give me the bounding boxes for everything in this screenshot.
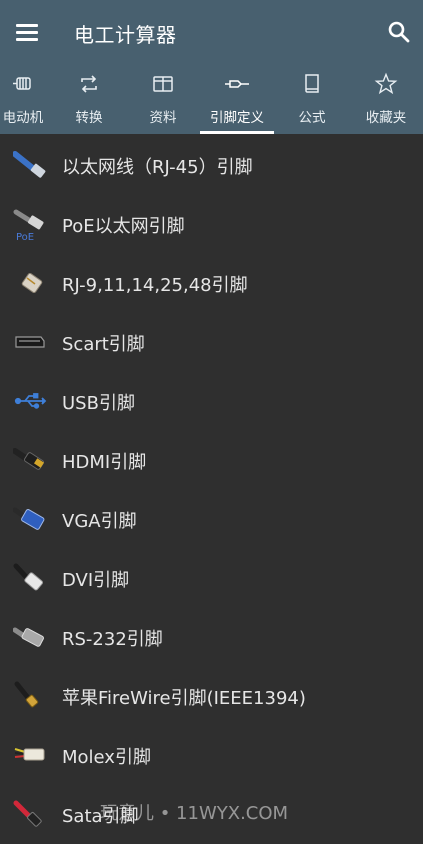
- ethernet-cable-icon: [12, 150, 47, 180]
- list-item-poe[interactable]: PoE PoE以太网引脚: [0, 195, 423, 254]
- firewire-icon: [13, 681, 47, 711]
- list-item-usb[interactable]: USB引脚: [0, 372, 423, 431]
- rs232-icon: [12, 622, 47, 652]
- list-item-dvi[interactable]: DVI引脚: [0, 549, 423, 608]
- list-item-rs232[interactable]: RS-232引脚: [0, 608, 423, 667]
- tab-label: 电动机: [2, 110, 44, 126]
- list-item-molex[interactable]: Molex引脚: [0, 726, 423, 785]
- tab-label: 资料: [149, 110, 177, 126]
- list-item-scart[interactable]: Scart引脚: [0, 313, 423, 372]
- vga-icon: [12, 504, 47, 534]
- star-icon: [374, 72, 398, 96]
- tab-bar: 电动机 转换 资料 引脚定义 公式 收藏夹: [0, 66, 423, 134]
- tab-label: 引脚定义: [210, 110, 264, 126]
- sata-icon: [13, 799, 47, 829]
- hdmi-icon: [12, 445, 47, 475]
- list-item-hdmi[interactable]: HDMI引脚: [0, 431, 423, 490]
- list-item-label: DVI引脚: [62, 570, 130, 591]
- tab-convert[interactable]: 转换: [52, 66, 126, 134]
- list-item-label: RS-232引脚: [62, 629, 163, 650]
- tab-label: 收藏夹: [365, 110, 407, 126]
- convert-icon: [77, 72, 101, 96]
- tab-label: 转换: [75, 110, 103, 126]
- list-item-label: RJ-9,11,14,25,48引脚: [62, 275, 248, 296]
- pinout-list: 以太网线（RJ-45）引脚 PoE PoE以太网引脚 RJ-9,11,14,25…: [0, 134, 423, 832]
- list-item-ethernet[interactable]: 以太网线（RJ-45）引脚: [0, 136, 423, 195]
- list-item-label: HDMI引脚: [62, 452, 147, 473]
- list-item-label: 苹果FireWire引脚(IEEE1394): [62, 688, 306, 709]
- list-item-label: Scart引脚: [62, 334, 145, 355]
- app-bar: 电工计算器 电动机 转换 资料 引脚定义 公式 收藏夹: [0, 0, 423, 134]
- dvi-icon: [13, 563, 47, 593]
- list-item-label: Molex引脚: [62, 747, 151, 768]
- book-icon: [300, 72, 324, 96]
- usb-icon: [13, 386, 47, 416]
- tab-motor[interactable]: 电动机: [0, 66, 60, 134]
- tab-formulas[interactable]: 公式: [275, 66, 349, 134]
- tab-pinouts[interactable]: 引脚定义: [200, 66, 274, 134]
- list-item-firewire[interactable]: 苹果FireWire引脚(IEEE1394): [0, 667, 423, 726]
- connector-icon: [225, 72, 249, 96]
- scart-icon: [13, 327, 47, 357]
- rj-connector-icon: [13, 268, 47, 298]
- molex-icon: [13, 740, 47, 770]
- tab-label: 公式: [298, 110, 326, 126]
- tab-favorites[interactable]: 收藏夹: [349, 66, 423, 134]
- app-title: 电工计算器: [74, 23, 177, 47]
- menu-icon[interactable]: [16, 22, 38, 42]
- list-item-label: VGA引脚: [62, 511, 137, 532]
- list-item-label: 以太网线（RJ-45）引脚: [62, 157, 253, 178]
- search-icon[interactable]: [386, 19, 412, 45]
- list-item-rj[interactable]: RJ-9,11,14,25,48引脚: [0, 254, 423, 313]
- tab-resources[interactable]: 资料: [126, 66, 200, 134]
- watermark: 玩意儿 • 11WYX.COM: [100, 803, 289, 824]
- svg-text:PoE: PoE: [16, 232, 34, 241]
- poe-icon: PoE: [13, 209, 47, 243]
- motor-icon: [11, 72, 35, 96]
- book-open-icon: [151, 72, 175, 96]
- list-item-label: PoE以太网引脚: [62, 216, 185, 237]
- list-item-label: USB引脚: [62, 393, 135, 414]
- toolbar: 电工计算器: [0, 0, 423, 66]
- list-item-vga[interactable]: VGA引脚: [0, 490, 423, 549]
